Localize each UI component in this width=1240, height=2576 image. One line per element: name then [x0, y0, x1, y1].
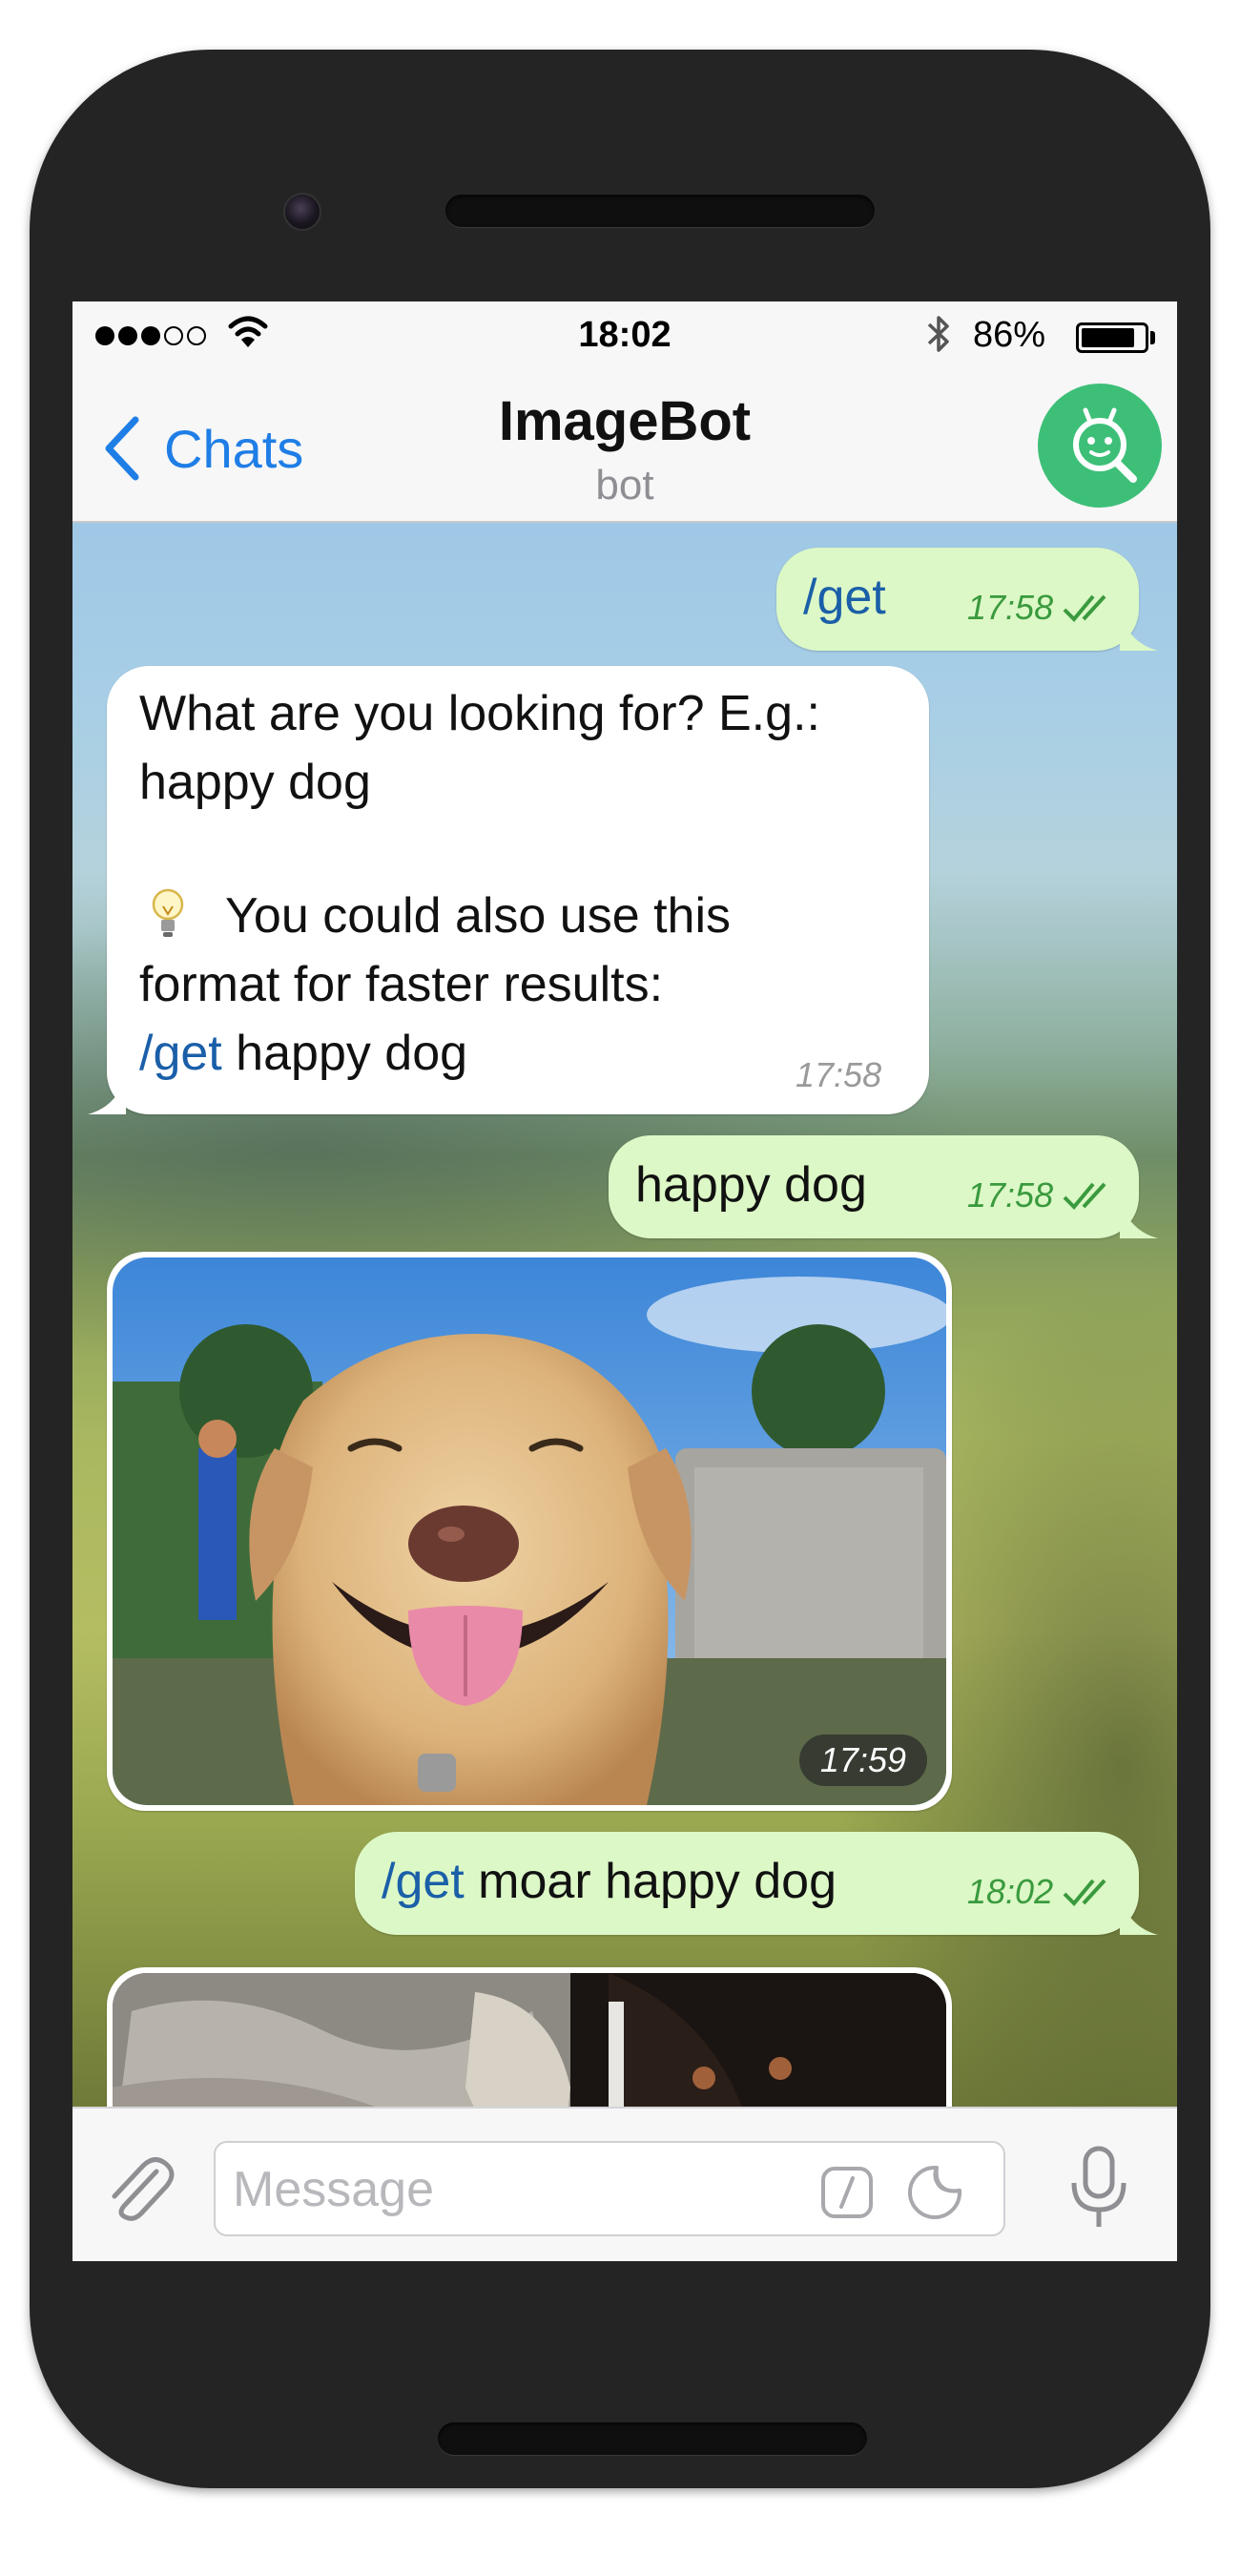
- message-time: 17:58: [796, 1055, 882, 1094]
- message-input[interactable]: [231, 2152, 788, 2227]
- chat-title: ImageBot: [498, 390, 752, 452]
- bubble-tail: [1120, 1897, 1158, 1935]
- message-time-text: 17:58: [967, 588, 1054, 627]
- earpiece-speaker: [445, 195, 875, 227]
- message-line: happy dog: [139, 755, 371, 810]
- bot-search-icon: [1073, 407, 1137, 483]
- message-time: 17:58: [967, 588, 1116, 628]
- battery-icon: [1076, 322, 1148, 353]
- microphone-icon[interactable]: [1064, 2143, 1133, 2234]
- lightbulb-icon: [152, 888, 184, 937]
- message-text: /get moar happy dog: [382, 1853, 837, 1910]
- bubble-tail: [1120, 613, 1158, 651]
- chat-subtitle: bot: [595, 462, 654, 509]
- incoming-message[interactable]: What are you looking for? E.g.: happy do…: [88, 666, 929, 1114]
- status-bar: 18:02 86%: [72, 301, 1177, 366]
- message-line: format for faster results:: [139, 957, 664, 1012]
- battery-level: [1082, 328, 1134, 347]
- paperclip-icon[interactable]: [101, 2150, 177, 2227]
- outgoing-message[interactable]: /get 17:58: [776, 548, 1158, 651]
- phone-screen: 18:02 86% Chats ImageBot bot /get 17:58 …: [72, 301, 1177, 2261]
- incoming-photo-message[interactable]: [107, 1967, 952, 2107]
- message-time: 17:58: [967, 1175, 1116, 1215]
- photo[interactable]: 17:59: [113, 1257, 946, 1805]
- battery-percent: 86%: [973, 315, 1046, 355]
- message-time: 18:02: [967, 1872, 1116, 1912]
- input-bar: [72, 2107, 1177, 2261]
- message-text-rest: moar happy dog: [464, 1854, 837, 1909]
- message-text: happy dog: [221, 1026, 468, 1081]
- message-command[interactable]: /get: [803, 569, 886, 626]
- photo[interactable]: [113, 1973, 946, 2107]
- sticker-icon[interactable]: [906, 2164, 963, 2221]
- message-text: happy dog: [635, 1157, 867, 1213]
- nav-bar: Chats ImageBot bot: [72, 366, 1177, 523]
- photo-time: 17:59: [798, 1735, 927, 1786]
- bottom-speaker: [438, 2422, 867, 2455]
- slash-command-icon[interactable]: [820, 2166, 874, 2219]
- bot-avatar[interactable]: [1038, 384, 1162, 508]
- double-check-icon: [1063, 594, 1106, 622]
- message-line: /get happy dog: [139, 1025, 467, 1082]
- message-line: What are you looking for? E.g.:: [139, 686, 820, 741]
- message-command[interactable]: /get: [139, 1026, 222, 1081]
- bluetooth-icon: [927, 316, 949, 352]
- dog-photo: [113, 1257, 946, 1805]
- bubble-tail: [88, 1076, 126, 1114]
- dog-photo: [113, 1973, 946, 2107]
- incoming-photo-message[interactable]: 17:59: [107, 1252, 952, 1811]
- double-check-icon: [1063, 1879, 1106, 1906]
- message-line: You could also use this: [225, 888, 732, 944]
- message-time-text: 18:02: [967, 1872, 1054, 1911]
- chat-area[interactable]: /get 17:58 What are you looking for? E.g…: [72, 523, 1177, 2107]
- message-field[interactable]: [214, 2141, 1005, 2236]
- battery-nub: [1150, 331, 1155, 344]
- double-check-icon: [1063, 1182, 1106, 1210]
- outgoing-message[interactable]: happy dog 17:58: [609, 1135, 1158, 1238]
- bubble-tail: [1120, 1200, 1158, 1238]
- message-time-text: 17:58: [967, 1175, 1054, 1215]
- front-camera: [283, 193, 321, 231]
- outgoing-message[interactable]: /get moar happy dog 18:02: [355, 1832, 1158, 1935]
- message-command[interactable]: /get: [382, 1854, 465, 1909]
